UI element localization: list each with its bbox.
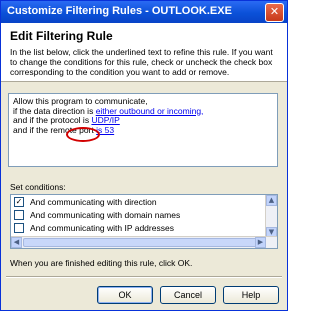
rule-line-4: and if the remote port is 53 [13,125,273,136]
divider [6,276,282,278]
highlight-circle [66,127,100,142]
checkbox-checked-icon[interactable]: ✓ [14,196,24,207]
checkbox-icon[interactable] [14,209,24,220]
scroll-thumb[interactable] [23,238,259,247]
title-bar[interactable]: Customize Filtering Rules - OUTLOOK.EXE … [1,1,287,23]
rule-line-2-text: if the data direction is [13,105,96,116]
vertical-scrollbar[interactable]: ▲ ▼ [265,195,277,238]
horizontal-scrollbar[interactable]: ◀ ▶ [11,236,277,248]
ok-button[interactable]: OK [97,286,153,304]
list-item[interactable]: And communicating with domain names [14,209,181,222]
list-item[interactable]: ✓ And communicating with direction [14,196,157,209]
page-title: Edit Filtering Rule [10,29,113,43]
protocol-link[interactable]: UDP/IP [91,115,119,125]
window-title: Customize Filtering Rules - OUTLOOK.EXE [7,5,232,17]
rule-description-box: Allow this program to communicate, if th… [8,93,278,167]
condition-label: And communicating with direction [30,197,157,207]
scroll-up-icon[interactable]: ▲ [266,195,277,206]
checkbox-icon[interactable] [14,222,24,233]
rule-line-3-text: and if the protocol is [13,115,92,125]
scroll-right-icon[interactable]: ▶ [255,237,266,248]
list-item[interactable]: And communicating with IP addresses [14,222,174,235]
direction-link[interactable]: either outbound or incoming, [96,106,204,116]
dialog-window: Customize Filtering Rules - OUTLOOK.EXE … [0,0,288,311]
footer-hint: When you are finished editing this rule,… [10,258,193,268]
condition-label: And communicating with domain names [30,210,181,220]
scroll-left-icon[interactable]: ◀ [11,237,22,248]
cancel-button[interactable]: Cancel [160,286,216,304]
condition-label: And communicating with IP addresses [30,223,174,233]
header-panel: Edit Filtering Rule In the list below, c… [1,23,287,82]
help-button[interactable]: Help [223,286,279,304]
conditions-list[interactable]: ✓ And communicating with direction And co… [10,194,278,249]
header-description: In the list below, click the underlined … [10,47,273,77]
close-icon[interactable]: ✕ [265,3,284,22]
set-conditions-label: Set conditions: [10,182,66,192]
